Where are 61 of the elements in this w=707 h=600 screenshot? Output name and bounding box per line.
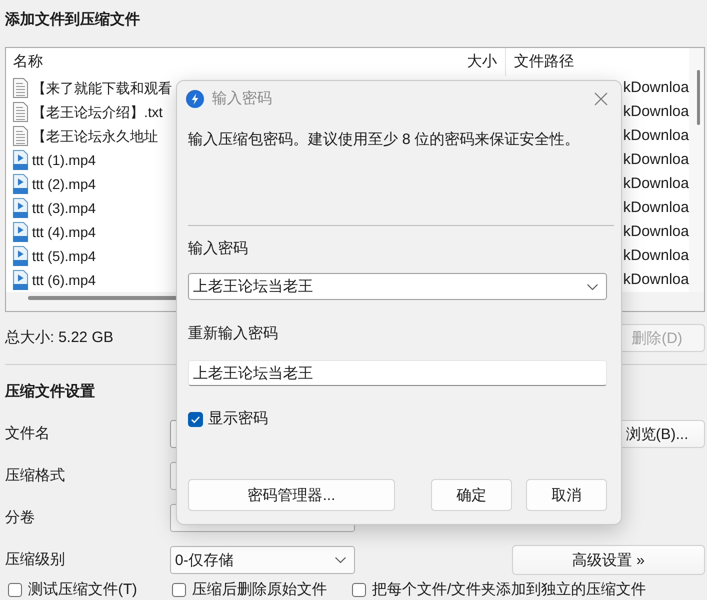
dialog-title: 输入密码 [212,88,272,108]
file-path: kDownloa [623,223,689,241]
password-manager-button[interactable]: 密码管理器... [188,479,395,511]
video-file-icon [13,222,28,242]
file-name: ttt (5).mp4 [32,247,96,265]
setting-label: 压缩格式 [5,466,65,486]
dialog-button[interactable]: 确定 [431,479,512,511]
video-file-icon [13,198,28,218]
video-file-icon [13,270,28,290]
file-path: kDownloa [623,127,689,145]
setting-label: 文件名 [5,424,50,444]
file-path: kDownloa [623,79,689,97]
file-name: ttt (6).mp4 [32,271,96,289]
total-size-label: 总大小: 5.22 GB [5,328,114,348]
text-file-icon [13,126,28,146]
checkbox[interactable] [172,583,186,597]
column-header[interactable]: 名称 [13,52,43,72]
file-name: ttt (3).mp4 [32,199,96,217]
checkbox-label[interactable]: 把每个文件/文件夹添加到独立的压缩文件 [372,582,646,598]
file-path: kDownloa [623,151,689,169]
close-icon[interactable] [594,92,608,106]
vertical-scrollbar-thumb[interactable] [697,70,700,125]
file-path: kDownloa [623,103,689,121]
checkbox-label[interactable]: 测试压缩文件(T) [28,582,138,598]
setting-label: 分卷 [5,508,35,528]
file-name: ttt (4).mp4 [32,223,96,241]
checkbox-label[interactable]: 压缩后删除原始文件 [192,582,327,598]
file-path: kDownloa [623,271,689,289]
password-field[interactable]: 上老王论坛当老王 [188,273,607,300]
password-label: 输入密码 [188,239,248,259]
file-path: kDownloa [623,175,689,193]
file-name: 【来了就能下载和观看 [32,79,172,97]
window-title: 添加文件到压缩文件 [5,10,140,30]
text-file-icon [13,78,28,98]
file-path: kDownloa [623,199,689,217]
text-file-icon [13,102,28,122]
file-name: 【老王论坛介绍】.txt [32,103,163,121]
file-name: ttt (1).mp4 [32,151,96,169]
advanced-settings-button[interactable]: 高级设置 » [512,545,705,575]
chevron-down-icon [587,284,598,290]
confirm-password-field[interactable]: 上老王论坛当老王 [188,360,607,386]
dialog-description: 输入压缩包密码。建议使用至少 8 位的密码来保证安全性。 [188,130,581,150]
file-name: ttt (2).mp4 [32,175,96,193]
section-heading: 压缩文件设置 [5,382,95,402]
confirm-password-label: 重新输入密码 [188,324,278,344]
video-file-icon [13,150,28,170]
video-file-icon [13,174,28,194]
checkbox[interactable] [352,583,366,597]
dialog-button[interactable]: 取消 [526,479,607,511]
column-header[interactable]: 文件路径 [514,52,574,72]
dropdown[interactable]: 0-仅存储 [170,546,355,574]
file-path: kDownloa [623,247,689,265]
setting-label: 压缩级别 [5,550,65,570]
lightning-bolt-icon [186,90,204,108]
file-name: 【老王论坛永久地址 [32,127,158,145]
checkbox-label[interactable]: 显示密码 [208,411,268,427]
checkbox[interactable] [8,583,22,597]
chevron-down-icon [335,557,346,563]
video-file-icon [13,246,28,266]
column-header[interactable]: 大小 [467,52,497,72]
checkbox[interactable] [188,412,203,426]
